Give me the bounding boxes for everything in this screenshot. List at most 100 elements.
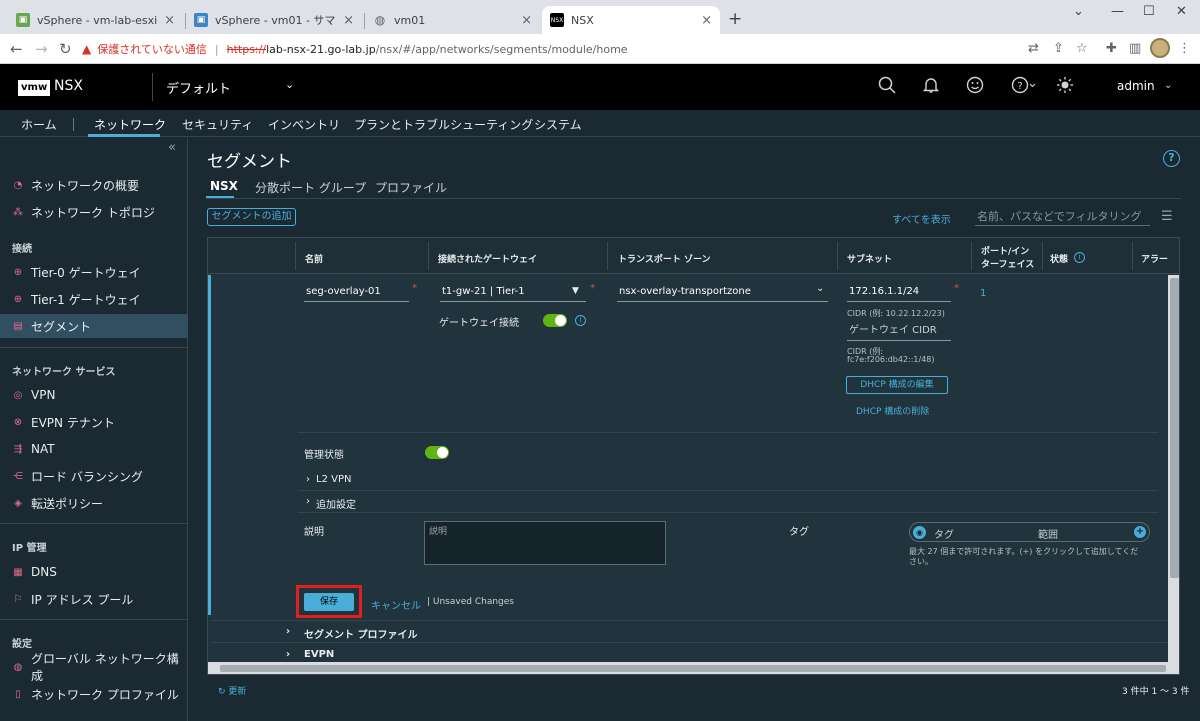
column-subnet[interactable]: サブネット — [847, 252, 892, 265]
menu-icon[interactable]: ⋮ — [1178, 41, 1191, 56]
back-icon[interactable]: ← — [10, 40, 23, 58]
delete-dhcp-link[interactable]: DHCP 構成の削除 — [856, 404, 929, 417]
side-panel-icon[interactable]: ▥ — [1129, 41, 1141, 56]
collapse-sidebar-icon[interactable]: « — [168, 140, 176, 155]
minimize-icon[interactable]: — — [1111, 4, 1124, 19]
help-icon[interactable]: ? — [1163, 150, 1180, 167]
sidebar-item-tier0[interactable]: ⊕ Tier-0 ゲートウェイ — [0, 260, 188, 284]
transport-zone-select[interactable]: nsx-overlay-transportzone — [617, 284, 828, 302]
column-name[interactable]: 名前 — [305, 252, 323, 265]
scrollbar-thumb[interactable] — [220, 665, 1166, 672]
maximize-icon[interactable]: ☐ — [1143, 4, 1155, 19]
tag-input[interactable]: タグ — [934, 526, 954, 541]
caret-down-icon[interactable]: ▼ — [572, 286, 579, 296]
tab-search-icon[interactable]: ⌄ — [1073, 4, 1084, 19]
gateway-connect-toggle[interactable] — [543, 314, 567, 327]
column-gateway[interactable]: 接続されたゲートウェイ — [438, 252, 537, 265]
l2vpn-expander[interactable]: L2 VPN — [316, 474, 351, 485]
nav-system[interactable]: システム — [534, 116, 582, 133]
refresh-button[interactable]: ↻ 更新 — [218, 684, 246, 697]
scope-input[interactable]: 範囲 — [1038, 526, 1058, 541]
sidebar-item-load-balancing[interactable]: ⋲ ロード バランシング — [0, 464, 188, 488]
tenant-selector[interactable]: デフォルト — [166, 78, 231, 97]
extensions-icon[interactable]: ✚ — [1106, 41, 1117, 56]
url-input[interactable]: ▲ 保護されていない通信 | https:// lab-nsx-21.go-la… — [82, 37, 1012, 61]
column-transport-zone[interactable]: トランスポート ゾーン — [618, 252, 711, 265]
edit-dhcp-button[interactable]: DHCP 構成の編集 — [846, 376, 948, 394]
theme-sun-icon[interactable] — [1056, 76, 1074, 99]
reload-icon[interactable]: ↻ — [59, 40, 72, 58]
gateway-cidr-ipv6-field[interactable]: ゲートウェイ CIDR — [847, 323, 951, 341]
chevron-right-icon[interactable]: › — [286, 649, 290, 660]
add-segment-button[interactable]: セグメントの追加 — [207, 208, 296, 226]
subnet-field[interactable]: 172.16.1.1/24 — [847, 284, 951, 302]
column-ports[interactable]: ポート/イン — [981, 244, 1029, 257]
sidebar-item-segments[interactable]: ▤ セグメント — [0, 314, 188, 338]
sidebar-item-evpn-tenant[interactable]: ⊗ EVPN テナント — [0, 410, 188, 434]
chevron-right-icon[interactable]: › — [306, 474, 310, 485]
ports-count-link[interactable]: 1 — [980, 288, 986, 299]
sidebar-item-ip-pools[interactable]: ⚐ IP アドレス プール — [0, 587, 188, 611]
add-tag-icon[interactable]: + — [1134, 526, 1146, 538]
browser-tab-vsphere-host[interactable]: ▣ vSphere - vm-lab-esxi-192.168.1 × — [8, 6, 183, 34]
filter-input[interactable] — [975, 208, 1150, 226]
translate-icon[interactable]: ⇄ — [1028, 41, 1039, 56]
sidebar-item-network-overview[interactable]: ◔ ネットワークの概要 — [0, 173, 188, 197]
sidebar-item-vpn[interactable]: ◎ VPN — [0, 383, 188, 407]
filter-icon[interactable]: ☰ — [1161, 209, 1173, 224]
advanced-settings-expander[interactable]: 追加設定 — [316, 496, 356, 511]
segment-profiles-expander[interactable]: セグメント プロファイル — [304, 626, 417, 641]
browser-tab-vm01[interactable]: ◍ vm01 × — [365, 6, 540, 34]
sidebar-item-tier1[interactable]: ⊕ Tier-1 ゲートウェイ — [0, 287, 188, 311]
profile-avatar[interactable] — [1150, 38, 1170, 58]
tab-distributed-port-groups[interactable]: 分散ポート グループ — [255, 179, 366, 196]
info-icon[interactable]: i — [1074, 252, 1085, 263]
close-icon[interactable]: × — [343, 13, 354, 28]
chevron-right-icon[interactable]: › — [286, 626, 290, 637]
help-icon[interactable]: ? — [1011, 76, 1037, 99]
sidebar-item-network-profiles[interactable]: ▯ ネットワーク プロファイル — [0, 682, 188, 706]
nav-home[interactable]: ホーム — [21, 116, 57, 133]
chevron-right-icon[interactable]: › — [306, 496, 310, 507]
sidebar-item-nat[interactable]: ⇶ NAT — [0, 437, 188, 461]
share-icon[interactable]: ⇪ — [1053, 41, 1064, 56]
close-icon[interactable]: × — [521, 13, 532, 28]
column-status[interactable]: 状態 — [1050, 252, 1068, 265]
admin-state-toggle[interactable] — [425, 446, 449, 459]
nav-security[interactable]: セキュリティ — [182, 116, 253, 133]
sidebar-item-forwarding-policy[interactable]: ◈ 転送ポリシー — [0, 491, 188, 515]
cancel-button[interactable]: キャンセル — [371, 597, 421, 612]
browser-tab-vsphere-vm01[interactable]: ▣ vSphere - vm01 - サマリ × — [186, 6, 362, 34]
info-icon[interactable]: i — [575, 315, 586, 326]
description-textarea[interactable]: 説明 — [424, 521, 666, 565]
segment-name-field[interactable]: seg-overlay-01 — [304, 284, 409, 302]
chevron-down-icon[interactable]: ⌄ — [816, 283, 824, 294]
close-icon[interactable]: × — [701, 13, 712, 28]
forward-icon[interactable]: → — [35, 40, 48, 58]
vertical-scrollbar[interactable] — [1168, 275, 1179, 662]
evpn-expander[interactable]: EVPN — [304, 649, 334, 660]
close-icon[interactable]: × — [164, 13, 175, 28]
bell-icon[interactable] — [922, 76, 940, 99]
bookmark-star-icon[interactable]: ☆ — [1076, 41, 1088, 56]
nav-networking[interactable]: ネットワーク — [94, 116, 166, 133]
chevron-down-icon[interactable]: ⌄ — [1164, 80, 1172, 91]
horizontal-scrollbar[interactable] — [208, 662, 1179, 674]
scrollbar-thumb[interactable] — [1170, 278, 1179, 578]
sidebar-item-global-config[interactable]: ◍ グローバル ネットワーク構成 — [0, 652, 188, 683]
smiley-feedback-icon[interactable] — [966, 76, 984, 99]
column-alarm[interactable]: アラー — [1141, 252, 1168, 265]
browser-tab-nsx[interactable]: NSX NSX × — [542, 6, 720, 34]
nav-inventory[interactable]: インベントリ — [268, 116, 340, 133]
chevron-down-icon[interactable]: ⌄ — [285, 78, 294, 91]
gateway-select[interactable]: t1-gw-21 | Tier-1 — [440, 284, 586, 302]
nav-plan-troubleshoot[interactable]: プランとトラブルシューティング — [354, 116, 533, 133]
sidebar-item-network-topology[interactable]: ⁂ ネットワーク トポロジ — [0, 200, 188, 224]
user-menu[interactable]: admin — [1117, 79, 1155, 93]
show-all-link[interactable]: すべてを表示 — [892, 211, 951, 226]
tab-nsx[interactable]: NSX — [210, 179, 238, 193]
new-tab-icon[interactable]: + — [728, 9, 742, 29]
close-window-icon[interactable]: ✕ — [1176, 4, 1187, 19]
sidebar-item-dns[interactable]: ▦ DNS — [0, 560, 188, 584]
tab-profiles[interactable]: プロファイル — [375, 179, 447, 196]
